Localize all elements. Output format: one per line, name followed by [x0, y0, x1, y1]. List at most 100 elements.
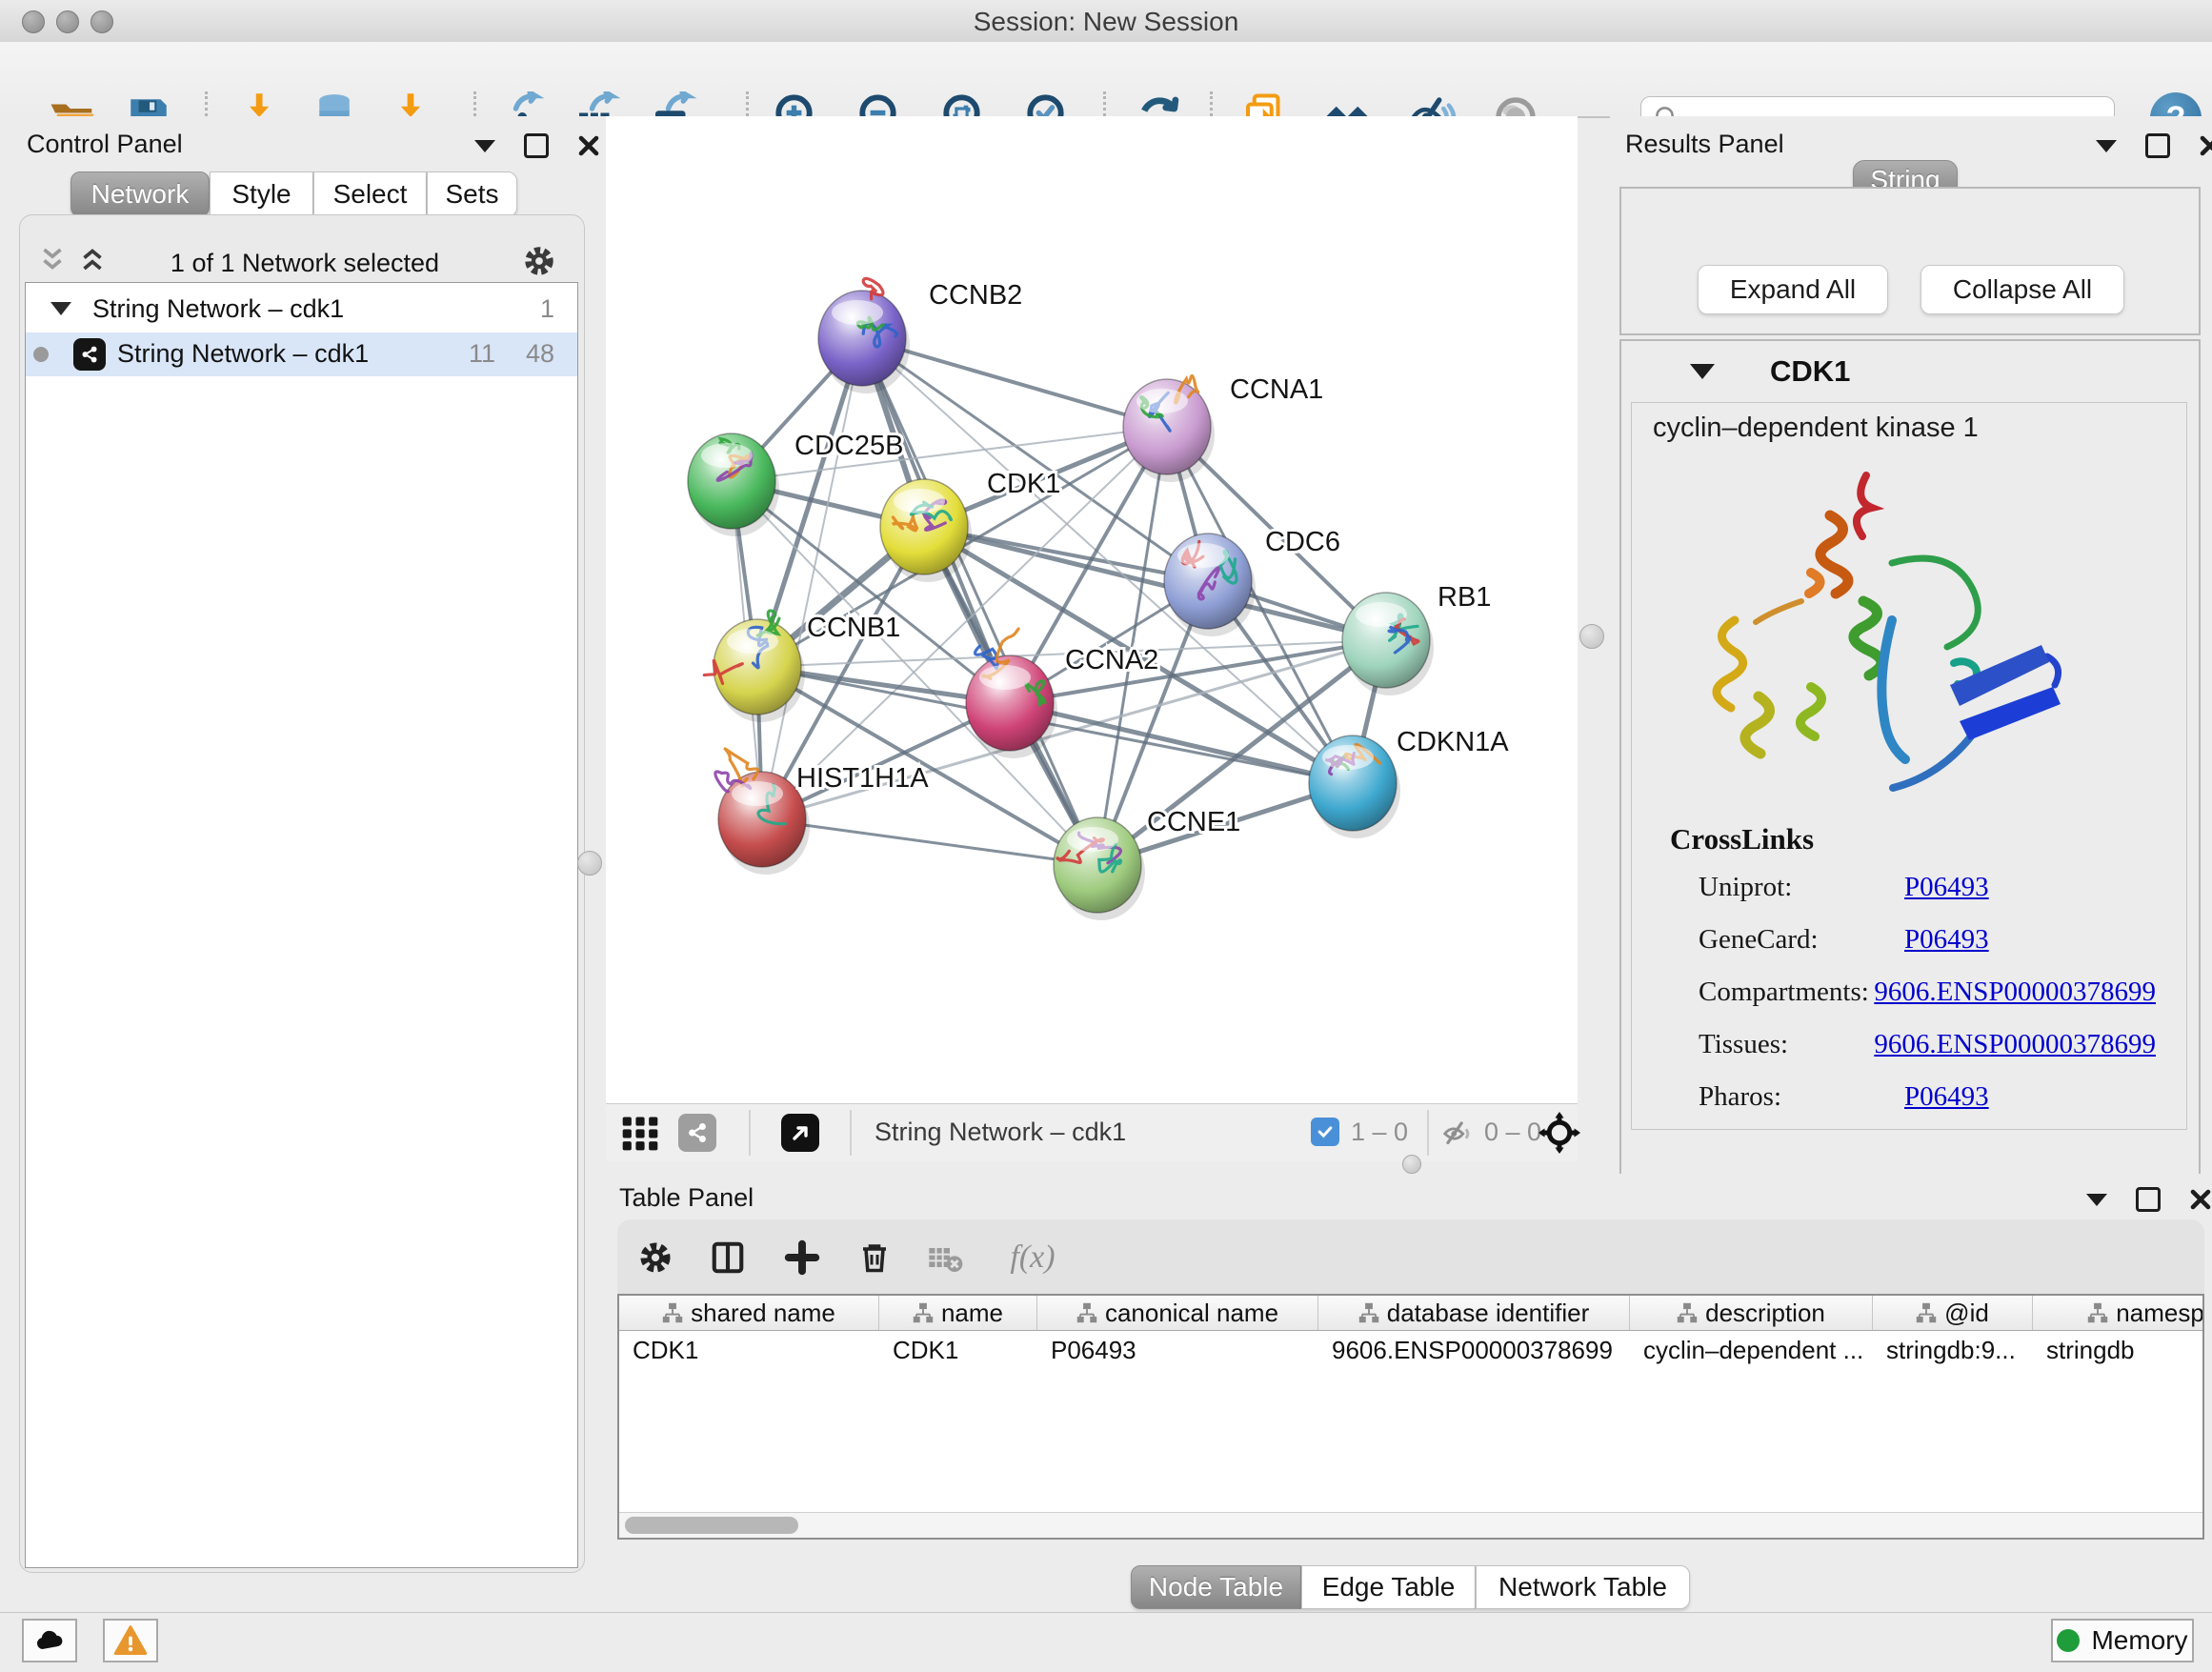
- delete-column-button[interactable]: [850, 1233, 899, 1282]
- network-options-button[interactable]: [522, 244, 556, 283]
- panel-float-icon[interactable]: [2145, 133, 2170, 158]
- tab-network-table[interactable]: Network Table: [1476, 1565, 1690, 1609]
- column-type-icon: [1916, 1302, 1937, 1323]
- separator: [749, 1110, 751, 1156]
- edge-count: 48: [502, 339, 554, 369]
- network-node-label: CDK1: [987, 469, 1060, 499]
- delete-table-icon: [926, 1239, 964, 1277]
- function-builder-button[interactable]: f(x): [995, 1233, 1071, 1282]
- column-header-databaseidentifier[interactable]: database identifier: [1318, 1296, 1630, 1330]
- table-horizontal-scrollbar[interactable]: [619, 1512, 2202, 1538]
- network-tree-child-row[interactable]: String Network – cdk1 11 48: [26, 332, 577, 376]
- crosslink-row: Compartments:9606.ENSP00000378699: [1699, 977, 2156, 1008]
- table-cell[interactable]: CDK1: [879, 1331, 1037, 1369]
- network-node-label: CCNB1: [807, 613, 900, 643]
- scrollbar-thumb[interactable]: [625, 1517, 798, 1534]
- share-icon: [685, 1120, 710, 1145]
- table-cell[interactable]: 9606.ENSP00000378699: [1318, 1331, 1630, 1369]
- results-panel-controls: [2096, 133, 2212, 158]
- warnings-button[interactable]: [103, 1619, 158, 1662]
- crosslink-label: Tissues:: [1699, 1029, 1874, 1060]
- crosslink-label: Compartments:: [1699, 977, 1874, 1008]
- show-columns-button[interactable]: [703, 1233, 753, 1282]
- panel-float-icon[interactable]: [524, 133, 549, 158]
- network-node-label: RB1: [1438, 582, 1491, 613]
- table-cell[interactable]: P06493: [1037, 1331, 1318, 1369]
- table-row[interactable]: CDK1CDK1P064939606.ENSP00000378699cyclin…: [619, 1331, 2202, 1369]
- network-edge[interactable]: [762, 338, 862, 819]
- table-cell[interactable]: cyclin–dependent ...: [1630, 1331, 1873, 1369]
- selected-count-checkbox[interactable]: [1311, 1118, 1339, 1146]
- column-header-namespace[interactable]: namespace: [2033, 1296, 2204, 1330]
- panel-menu-icon[interactable]: [2086, 1194, 2107, 1206]
- panel-menu-icon[interactable]: [474, 140, 495, 152]
- cloud-icon: [32, 1623, 67, 1658]
- window-title: Session: New Session: [0, 7, 2212, 37]
- column-header-id[interactable]: @id: [1873, 1296, 2033, 1330]
- tab-edge-table[interactable]: Edge Table: [1301, 1565, 1476, 1609]
- network-edge[interactable]: [762, 819, 1097, 865]
- tab-style[interactable]: Style: [210, 171, 313, 217]
- panel-menu-icon[interactable]: [2096, 140, 2117, 152]
- table-cell[interactable]: stringdb: [2033, 1331, 2204, 1369]
- tab-node-table[interactable]: Node Table: [1131, 1565, 1301, 1609]
- expand-all-networks-button[interactable]: [76, 243, 109, 280]
- network-node-label: CCNB2: [929, 280, 1022, 311]
- panel-close-icon[interactable]: [2189, 1188, 2212, 1211]
- table-cell[interactable]: stringdb:9...: [1873, 1331, 2033, 1369]
- network-tree-root-row[interactable]: String Network – cdk1 1: [26, 291, 577, 331]
- gene-disclosure-icon[interactable]: [1690, 364, 1715, 379]
- tab-network[interactable]: Network: [70, 171, 210, 217]
- node-count: 11: [443, 339, 495, 369]
- expand-all-button[interactable]: Expand All: [1698, 265, 1888, 314]
- network-status-dot: [33, 347, 49, 362]
- bottom-splitter-handle[interactable]: [1402, 1155, 1421, 1174]
- network-node-label: CCNA2: [1065, 645, 1158, 675]
- delete-table-button[interactable]: [920, 1233, 970, 1282]
- network-canvas[interactable]: CCNB2CCNA1CDC25BCDK1CDC6RB1CCNB1CCNA2CDK…: [606, 116, 1578, 1103]
- memory-button[interactable]: Memory: [2051, 1619, 2194, 1662]
- panel-float-icon[interactable]: [2136, 1187, 2161, 1212]
- birds-eye-view-button[interactable]: [781, 1114, 819, 1152]
- table-cell[interactable]: CDK1: [619, 1331, 879, 1369]
- table-header-row: shared namenamecanonical namedatabase id…: [619, 1296, 2202, 1331]
- crosslink-link[interactable]: 9606.ENSP00000378699: [1874, 977, 2156, 1008]
- table-settings-button[interactable]: [631, 1233, 680, 1282]
- grid-view-button[interactable]: [619, 1112, 661, 1158]
- tab-sets[interactable]: Sets: [427, 171, 517, 217]
- column-header-sharedname[interactable]: shared name: [619, 1296, 879, 1330]
- cloud-status-button[interactable]: [22, 1619, 77, 1662]
- gear-icon: [522, 244, 556, 278]
- crosslink-link[interactable]: 9606.ENSP00000378699: [1874, 1029, 2156, 1060]
- panel-close-icon[interactable]: [2199, 134, 2212, 157]
- crosslink-link[interactable]: P06493: [1904, 924, 1989, 956]
- column-header-canonicalname[interactable]: canonical name: [1037, 1296, 1318, 1330]
- crosslinks-title: CrossLinks: [1670, 822, 1814, 856]
- crosslink-row: Uniprot:P06493: [1699, 872, 2156, 903]
- main-toolbar: ?: [0, 42, 2212, 118]
- add-column-button[interactable]: [777, 1233, 827, 1282]
- network-graph[interactable]: CCNB2CCNA1CDC25BCDK1CDC6RB1CCNB1CCNA2CDK…: [606, 116, 1578, 1103]
- tree-disclosure-icon[interactable]: [50, 302, 71, 315]
- memory-status-dot: [2057, 1629, 2080, 1652]
- fit-selected-button[interactable]: [1538, 1111, 1581, 1159]
- gene-name: CDK1: [1770, 354, 1850, 389]
- network-edge[interactable]: [1010, 703, 1353, 783]
- hidden-count-indicator: [1440, 1116, 1477, 1157]
- warning-icon: [113, 1623, 148, 1658]
- network-node-label: CDC25B: [794, 431, 903, 461]
- check-icon: [1316, 1122, 1335, 1141]
- collapse-all-networks-button[interactable]: [36, 243, 69, 280]
- tab-select[interactable]: Select: [313, 171, 427, 217]
- collapse-all-button[interactable]: Collapse All: [1920, 265, 2124, 314]
- left-splitter-handle[interactable]: [577, 851, 602, 876]
- gene-details: cyclin–dependent kinase 1: [1631, 402, 2187, 1130]
- column-type-icon: [2087, 1302, 2108, 1323]
- right-splitter-handle[interactable]: [1579, 624, 1604, 649]
- column-header-description[interactable]: description: [1630, 1296, 1873, 1330]
- network-view-mode-button[interactable]: [678, 1114, 716, 1152]
- crosslink-link[interactable]: P06493: [1904, 1081, 1989, 1113]
- column-header-name[interactable]: name: [879, 1296, 1037, 1330]
- crosslink-link[interactable]: P06493: [1904, 872, 1989, 903]
- panel-close-icon[interactable]: [577, 134, 600, 157]
